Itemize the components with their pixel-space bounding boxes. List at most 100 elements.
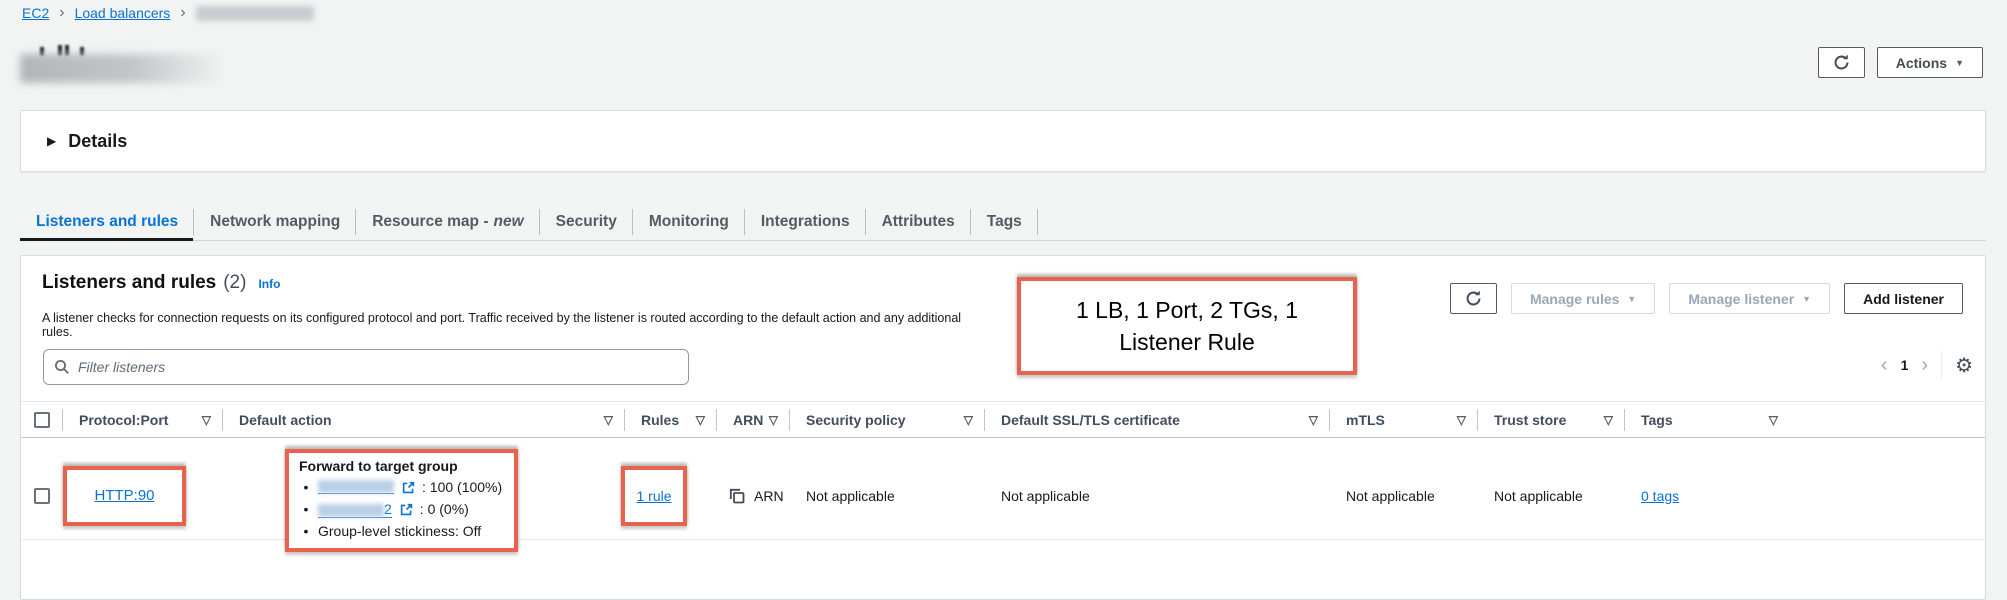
tab-label: Resource map - xyxy=(372,213,488,231)
tab-label: Monitoring xyxy=(649,213,729,231)
target-group-1-link[interactable] xyxy=(318,480,394,494)
breadcrumb-load-balancers-link[interactable]: Load balancers xyxy=(75,5,171,21)
stickiness-line: • Group-level stickiness: Off xyxy=(299,520,504,542)
actions-button[interactable]: Actions ▼ xyxy=(1877,47,1983,78)
security-policy-cell: Not applicable xyxy=(790,488,985,504)
breadcrumb-ec2-link[interactable]: EC2 xyxy=(22,5,49,21)
listener-protocol-link[interactable]: HTTP:90 xyxy=(94,487,154,504)
tab-attributes[interactable]: Attributes xyxy=(866,204,971,240)
table-refresh-button[interactable] xyxy=(1450,283,1497,314)
table-header: Protocol:Port ▽ Default action ▽ Rules ▽… xyxy=(21,401,1985,438)
trust-store-cell: Not applicable xyxy=(1478,488,1625,504)
tab-resource-map[interactable]: Resource map -new xyxy=(356,204,539,240)
tags-link[interactable]: 0 tags xyxy=(1641,488,1679,504)
previous-page-icon[interactable]: ‹ xyxy=(1881,355,1888,375)
next-page-icon[interactable]: › xyxy=(1921,355,1928,375)
breadcrumb-separator-icon: › xyxy=(58,5,65,21)
sort-icon[interactable]: ▽ xyxy=(769,413,778,427)
chevron-down-icon: ▼ xyxy=(1802,294,1811,304)
sort-icon[interactable]: ▽ xyxy=(1457,413,1466,427)
column-label: mTLS xyxy=(1346,412,1385,428)
chevron-down-icon: ▼ xyxy=(1955,58,1964,68)
tab-label: Attributes xyxy=(882,213,955,231)
target-group-name-redacted xyxy=(318,480,394,493)
target-group-2-weight: : 0 (0%) xyxy=(420,501,469,517)
tab-security[interactable]: Security xyxy=(540,204,633,240)
column-label: Default SSL/TLS certificate xyxy=(1001,412,1180,428)
chevron-down-icon: ▼ xyxy=(1627,294,1636,304)
select-all-checkbox[interactable] xyxy=(34,412,50,428)
target-group-1: • : 100 (100%) xyxy=(299,476,504,498)
info-link[interactable]: Info xyxy=(258,277,280,291)
panel-toolbar: Manage rules ▼ Manage listener ▼ Add lis… xyxy=(1450,283,1963,314)
page-toolbar: Actions ▼ xyxy=(1818,47,1983,78)
target-group-1-weight: : 100 (100%) xyxy=(422,479,502,495)
bullet-icon: • xyxy=(299,501,313,517)
tab-tags[interactable]: Tags xyxy=(971,204,1038,240)
tab-label: Tags xyxy=(987,213,1022,231)
target-group-2-link[interactable]: 2 xyxy=(318,501,392,518)
row-checkbox[interactable] xyxy=(34,488,50,504)
column-arn: ARN ▽ xyxy=(717,402,790,437)
page-number[interactable]: 1 xyxy=(1901,357,1909,373)
sort-icon[interactable]: ▽ xyxy=(202,413,211,427)
sort-icon[interactable]: ▽ xyxy=(1769,413,1778,427)
gear-icon[interactable]: ⚙ xyxy=(1955,353,1973,378)
panel-count: (2) xyxy=(223,272,246,294)
manage-listener-button[interactable]: Manage listener ▼ xyxy=(1669,283,1830,314)
annotation-note: 1 LB, 1 Port, 2 TGs, 1 Listener Rule xyxy=(1017,277,1357,375)
copy-icon[interactable] xyxy=(729,488,745,504)
rules-link[interactable]: 1 rule xyxy=(636,488,671,504)
manage-listener-label: Manage listener xyxy=(1688,291,1794,307)
actions-button-label: Actions xyxy=(1896,55,1947,71)
column-ssl-certificate: Default SSL/TLS certificate ▽ xyxy=(985,402,1330,437)
mtls-cell: Not applicable xyxy=(1330,488,1478,504)
tab-bar: Listeners and rules Network mapping Reso… xyxy=(20,204,1986,241)
tab-monitoring[interactable]: Monitoring xyxy=(633,204,745,240)
sort-icon[interactable]: ▽ xyxy=(1604,413,1613,427)
column-trust-store: Trust store ▽ xyxy=(1478,402,1625,437)
tab-listeners-and-rules[interactable]: Listeners and rules xyxy=(20,204,194,240)
column-mtls: mTLS ▽ xyxy=(1330,402,1478,437)
tab-integrations[interactable]: Integrations xyxy=(745,204,866,240)
trust-store-value: Not applicable xyxy=(1494,488,1583,504)
breadcrumb-current-redacted xyxy=(196,6,314,21)
column-label: Rules xyxy=(641,412,679,428)
manage-rules-button[interactable]: Manage rules ▼ xyxy=(1511,283,1655,314)
external-link-icon xyxy=(402,481,415,494)
sort-icon[interactable]: ▽ xyxy=(1309,413,1318,427)
tab-network-mapping[interactable]: Network mapping xyxy=(194,204,356,240)
breadcrumb-separator-icon: › xyxy=(179,5,186,21)
add-listener-button[interactable]: Add listener xyxy=(1844,283,1963,314)
filter-box xyxy=(43,349,689,385)
sort-icon[interactable]: ▽ xyxy=(696,413,705,427)
sort-icon[interactable]: ▽ xyxy=(604,413,613,427)
filter-listeners-input[interactable] xyxy=(78,359,678,375)
refresh-icon xyxy=(1833,54,1850,71)
security-policy-value: Not applicable xyxy=(806,488,895,504)
target-group-2: • 2 : 0 (0%) xyxy=(299,498,504,520)
panel-title: Listeners and rules xyxy=(42,272,216,294)
mtls-value: Not applicable xyxy=(1346,488,1435,504)
expand-arrow-icon: ▶ xyxy=(47,134,56,148)
column-security-policy: Security policy ▽ xyxy=(790,402,985,437)
listeners-panel: Listeners and rules (2) Info A listener … xyxy=(20,255,1986,600)
sort-icon[interactable]: ▽ xyxy=(964,413,973,427)
tab-label: Security xyxy=(556,213,617,231)
refresh-button[interactable] xyxy=(1818,47,1865,78)
target-group-2-suffix: 2 xyxy=(384,501,392,517)
external-link-icon xyxy=(400,503,413,516)
tab-label: Listeners and rules xyxy=(36,213,178,231)
add-listener-label: Add listener xyxy=(1863,291,1944,307)
details-expander[interactable]: ▶ Details xyxy=(20,110,1986,172)
tab-label: Integrations xyxy=(761,213,850,231)
stickiness-value: Group-level stickiness: Off xyxy=(318,523,481,539)
panel-description: A listener checks for connection request… xyxy=(42,311,992,339)
ssl-certificate-cell: Not applicable xyxy=(985,488,1330,504)
arn-label: ARN xyxy=(754,488,784,504)
column-rules: Rules ▽ xyxy=(625,402,717,437)
ssl-certificate-value: Not applicable xyxy=(1001,488,1090,504)
annotation-default-action-box: Forward to target group • : 100 (100%) •… xyxy=(285,449,518,552)
page-title-redacted xyxy=(18,42,278,88)
column-label: Protocol:Port xyxy=(79,412,168,428)
